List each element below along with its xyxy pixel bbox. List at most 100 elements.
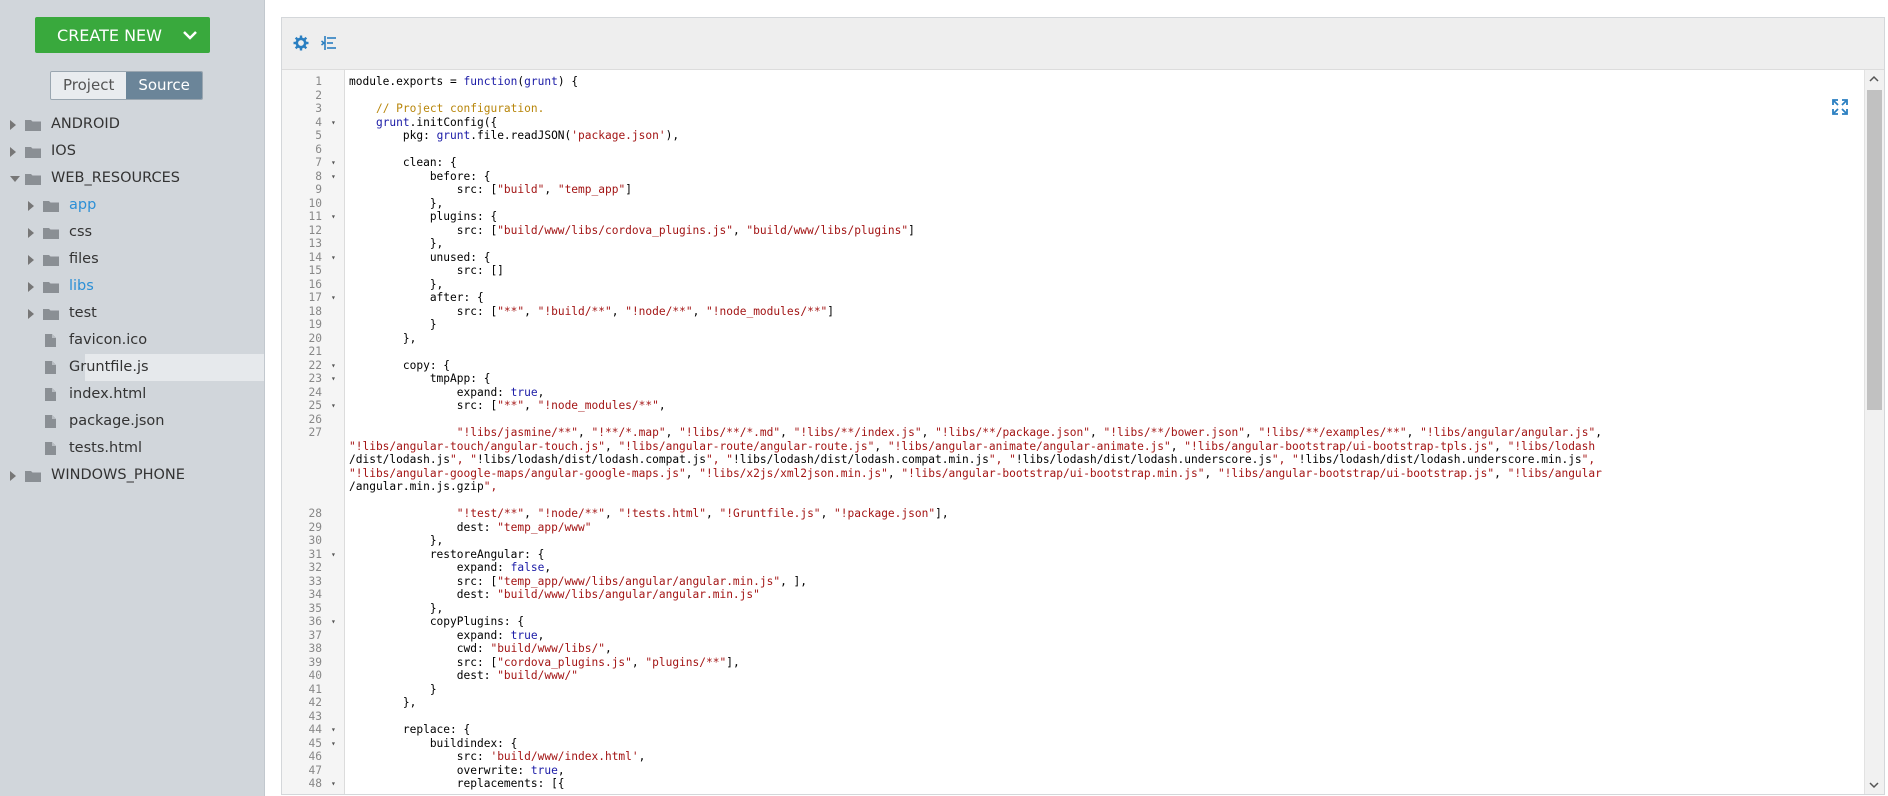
tab-project[interactable]: Project xyxy=(51,72,127,99)
gear-icon[interactable] xyxy=(293,35,309,51)
code-line[interactable]: src: 'build/www/index.html', xyxy=(349,750,646,764)
code-line[interactable]: module.exports = function(grunt) { xyxy=(349,75,578,89)
fold-toggle-icon[interactable]: ▾ xyxy=(331,170,336,184)
caret-right-icon[interactable] xyxy=(28,309,34,319)
code-content[interactable]: module.exports = function(grunt) { // Pr… xyxy=(349,70,1854,794)
tree-item-app[interactable]: app xyxy=(0,192,264,219)
code-line[interactable]: src: ["**", "!node_modules/**", xyxy=(349,399,666,413)
fold-toggle-icon[interactable]: ▾ xyxy=(331,615,336,629)
code-line[interactable]: tmpApp: { xyxy=(349,372,491,386)
code-line[interactable]: expand: true, xyxy=(349,386,545,400)
caret-right-icon[interactable] xyxy=(10,471,16,481)
caret-down-icon[interactable] xyxy=(10,176,20,182)
code-line[interactable]: }, xyxy=(349,602,443,616)
code-line[interactable]: src: ["build", "temp_app"] xyxy=(349,183,632,197)
caret-right-icon[interactable] xyxy=(10,147,16,157)
fold-toggle-icon[interactable]: ▾ xyxy=(331,737,336,751)
tree-item-windows-phone[interactable]: WINDOWS_PHONE xyxy=(0,462,264,489)
code-line[interactable]: "!test/**", "!node/**", "!tests.html", "… xyxy=(349,507,949,521)
caret-right-icon[interactable] xyxy=(28,282,34,292)
code-line[interactable]: src: ["temp_app/www/libs/angular/angular… xyxy=(349,575,807,589)
line-number: 30 xyxy=(308,534,322,547)
code-line[interactable]: clean: { xyxy=(349,156,457,170)
tree-item-test[interactable]: test xyxy=(0,300,264,327)
code-line[interactable]: } xyxy=(349,318,437,332)
tree-item-libs[interactable]: libs xyxy=(0,273,264,300)
fold-toggle-icon[interactable]: ▾ xyxy=(331,251,336,265)
indent-icon[interactable] xyxy=(321,35,337,51)
tab-source[interactable]: Source xyxy=(126,72,202,99)
line-number: 43 xyxy=(308,709,322,723)
code-line[interactable]: copy: { xyxy=(349,359,450,373)
tree-item-package-json[interactable]: package.json xyxy=(0,408,264,435)
line-number: 28 xyxy=(308,507,322,520)
tree-item-label: css xyxy=(69,224,93,240)
code-line[interactable]: overwrite: true, xyxy=(349,764,565,778)
tree-item-android[interactable]: ANDROID xyxy=(0,111,264,138)
tree-item-gruntfile-js[interactable]: Gruntfile.js xyxy=(45,354,264,381)
code-line[interactable]: src: ["**", "!build/**", "!node/**", "!n… xyxy=(349,305,834,319)
caret-right-icon[interactable] xyxy=(28,228,34,238)
code-line[interactable]: }, xyxy=(349,197,443,211)
code-line[interactable]: unused: { xyxy=(349,251,491,265)
code-line[interactable]: }, xyxy=(349,278,443,292)
fold-toggle-icon[interactable]: ▾ xyxy=(331,399,336,413)
code-line[interactable]: after: { xyxy=(349,291,484,305)
code-line[interactable]: }, xyxy=(349,237,443,251)
tree-item-web-resources[interactable]: WEB_RESOURCES xyxy=(0,165,264,192)
caret-right-icon[interactable] xyxy=(28,255,34,265)
caret-right-icon[interactable] xyxy=(28,201,34,211)
code-line[interactable]: dest: "build/www/libs/angular/angular.mi… xyxy=(349,588,760,602)
fold-toggle-icon[interactable]: ▾ xyxy=(331,210,336,224)
code-line[interactable]: expand: true, xyxy=(349,629,545,643)
line-number: 22 xyxy=(308,358,322,372)
fullscreen-icon[interactable] xyxy=(1832,99,1848,115)
code-line[interactable]: grunt.initConfig({ xyxy=(349,116,497,130)
scroll-up-icon[interactable] xyxy=(1869,74,1879,84)
folder-icon xyxy=(43,309,59,320)
code-line[interactable]: src: ["cordova_plugins.js", "plugins/**"… xyxy=(349,656,740,670)
fold-toggle-icon[interactable]: ▾ xyxy=(331,723,336,737)
tree-item-index-html[interactable]: index.html xyxy=(0,381,264,408)
fold-toggle-icon[interactable]: ▾ xyxy=(331,359,336,373)
code-line[interactable]: }, xyxy=(349,696,416,710)
code-line[interactable]: cwd: "build/www/libs/", xyxy=(349,642,612,656)
code-line[interactable]: // Project configuration. xyxy=(349,102,544,116)
tree-item-label: test xyxy=(69,305,97,321)
code-line[interactable]: plugins: { xyxy=(349,210,497,224)
code-line[interactable]: }, xyxy=(349,534,443,548)
tree-item-tests-html[interactable]: tests.html xyxy=(0,435,264,462)
code-line[interactable]: buildindex: { xyxy=(349,737,518,751)
code-line[interactable]: dest: "temp_app/www" xyxy=(349,521,592,535)
code-line[interactable]: replace: { xyxy=(349,723,470,737)
fold-toggle-icon[interactable]: ▾ xyxy=(331,548,336,562)
line-number: 40 xyxy=(308,669,322,682)
code-line[interactable]: replacements: [{ xyxy=(349,777,565,791)
tree-item-css[interactable]: css xyxy=(0,219,264,246)
caret-right-icon[interactable] xyxy=(10,120,16,130)
code-line[interactable]: src: ["build/www/libs/cordova_plugins.js… xyxy=(349,224,915,238)
tree-item-ios[interactable]: IOS xyxy=(0,138,264,165)
fold-toggle-icon[interactable]: ▾ xyxy=(331,291,336,305)
code-line[interactable]: pkg: grunt.file.readJSON('package.json')… xyxy=(349,129,679,143)
scroll-down-icon[interactable] xyxy=(1869,780,1879,790)
code-line[interactable]: src: [] xyxy=(349,264,504,278)
fold-toggle-icon[interactable]: ▾ xyxy=(331,372,336,386)
code-line[interactable]: } xyxy=(349,683,437,697)
create-new-button[interactable]: CREATE NEW xyxy=(35,17,210,53)
code-line[interactable]: before: { xyxy=(349,170,491,184)
chevron-down-icon[interactable] xyxy=(182,27,198,43)
code-line[interactable]: restoreAngular: { xyxy=(349,548,545,562)
fold-toggle-icon[interactable]: ▾ xyxy=(331,156,336,170)
scrollbar-thumb[interactable] xyxy=(1867,90,1882,410)
code-line[interactable]: "!libs/jasmine/**", "!**/*.map", "!libs/… xyxy=(349,426,1602,494)
code-line[interactable]: dest: "build/www/" xyxy=(349,669,578,683)
code-line[interactable]: }, xyxy=(349,332,416,346)
tree-item-files[interactable]: files xyxy=(0,246,264,273)
code-line[interactable]: copyPlugins: { xyxy=(349,615,524,629)
fold-toggle-icon[interactable]: ▾ xyxy=(331,777,336,791)
fold-toggle-icon[interactable]: ▾ xyxy=(331,116,336,130)
tree-item-favicon-ico[interactable]: favicon.ico xyxy=(0,327,264,354)
code-line[interactable]: expand: false, xyxy=(349,561,551,575)
vertical-scrollbar[interactable] xyxy=(1864,70,1884,794)
